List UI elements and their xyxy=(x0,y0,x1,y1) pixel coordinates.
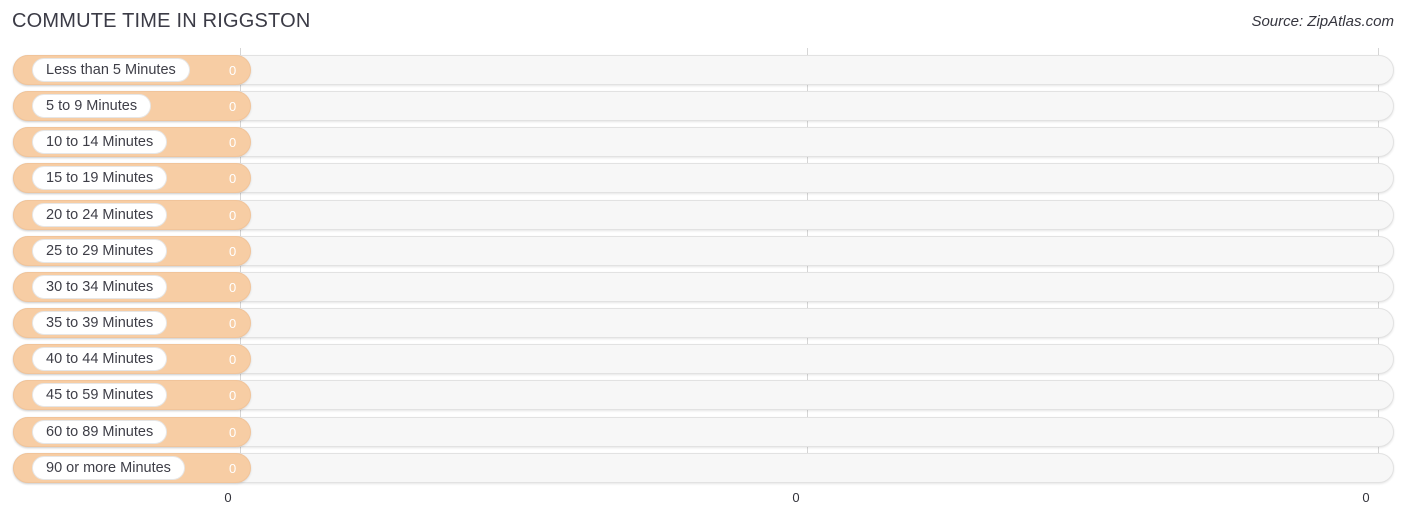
bar-value-label: 0 xyxy=(229,351,237,367)
category-label: 15 to 19 Minutes xyxy=(46,169,154,186)
bar-row[interactable]: 45 to 59 Minutes 0 xyxy=(0,380,1406,410)
bar-row[interactable]: 40 to 44 Minutes 0 xyxy=(0,344,1406,374)
category-label-pill: 35 to 39 Minutes xyxy=(32,311,168,335)
bar-value-label: 0 xyxy=(229,387,237,403)
bar-row[interactable]: 35 to 39 Minutes 0 xyxy=(0,308,1406,338)
category-label: 10 to 14 Minutes xyxy=(46,133,154,150)
category-label-pill: 45 to 59 Minutes xyxy=(32,383,168,407)
category-label-pill: 30 to 34 Minutes xyxy=(32,275,168,299)
bar-value-label: 0 xyxy=(229,170,237,186)
category-label-pill: 25 to 29 Minutes xyxy=(32,239,168,263)
bar-row[interactable]: 5 to 9 Minutes 0 xyxy=(0,91,1406,121)
bar-value-label: 0 xyxy=(229,98,237,114)
category-label-pill: 60 to 89 Minutes xyxy=(32,420,168,444)
bar-value-label: 0 xyxy=(229,279,237,295)
chart-root: COMMUTE TIME IN RIGGSTON Source: ZipAtla… xyxy=(0,0,1406,523)
category-label-pill: 15 to 19 Minutes xyxy=(32,166,168,190)
page-title: COMMUTE TIME IN RIGGSTON xyxy=(12,10,311,32)
bar-value-label: 0 xyxy=(229,134,237,150)
bar-row[interactable]: 90 or more Minutes 0 xyxy=(0,453,1406,483)
category-label-pill: 90 or more Minutes xyxy=(32,456,185,480)
bar-value-label: 0 xyxy=(229,207,237,223)
bar-row[interactable]: 25 to 29 Minutes 0 xyxy=(0,236,1406,266)
axis-tick-label: 0 xyxy=(224,490,232,505)
category-label: 35 to 39 Minutes xyxy=(46,314,154,331)
chart-header: COMMUTE TIME IN RIGGSTON Source: ZipAtla… xyxy=(0,0,1406,46)
source-attribution: Source: ZipAtlas.com xyxy=(1251,13,1394,30)
bar-value-label: 0 xyxy=(229,62,237,78)
category-label: 45 to 59 Minutes xyxy=(46,386,154,403)
category-label: 90 or more Minutes xyxy=(46,459,171,476)
bar-row[interactable]: Less than 5 Minutes 0 xyxy=(0,55,1406,85)
category-label-pill: 20 to 24 Minutes xyxy=(32,203,168,227)
category-label: Less than 5 Minutes xyxy=(46,61,176,78)
category-label: 60 to 89 Minutes xyxy=(46,423,154,440)
bar-value-label: 0 xyxy=(229,315,237,331)
category-label: 25 to 29 Minutes xyxy=(46,242,154,259)
category-label: 40 to 44 Minutes xyxy=(46,350,154,367)
bar-row[interactable]: 60 to 89 Minutes 0 xyxy=(0,417,1406,447)
bar-value-label: 0 xyxy=(229,460,237,476)
category-label: 30 to 34 Minutes xyxy=(46,278,154,295)
category-label: 5 to 9 Minutes xyxy=(46,97,138,114)
category-label-pill: 40 to 44 Minutes xyxy=(32,347,168,371)
bar-row[interactable]: 10 to 14 Minutes 0 xyxy=(0,127,1406,157)
axis-tick-label: 0 xyxy=(792,490,800,505)
bar-value-label: 0 xyxy=(229,424,237,440)
bar-rows: Less than 5 Minutes 0 5 to 9 Minutes 0 10 to… xyxy=(0,48,1406,483)
category-label-pill: 5 to 9 Minutes xyxy=(32,94,152,118)
plot-area: Less than 5 Minutes 0 5 to 9 Minutes 0 10 to… xyxy=(0,48,1406,483)
category-label-pill: Less than 5 Minutes xyxy=(32,58,190,82)
bar-row[interactable]: 30 to 34 Minutes 0 xyxy=(0,272,1406,302)
x-axis: 0 0 0 xyxy=(0,483,1406,523)
bar-row[interactable]: 15 to 19 Minutes 0 xyxy=(0,163,1406,193)
bar-value-label: 0 xyxy=(229,243,237,259)
category-label-pill: 10 to 14 Minutes xyxy=(32,130,168,154)
bar-row[interactable]: 20 to 24 Minutes 0 xyxy=(0,200,1406,230)
category-label: 20 to 24 Minutes xyxy=(46,206,154,223)
axis-tick-label: 0 xyxy=(1362,490,1370,505)
